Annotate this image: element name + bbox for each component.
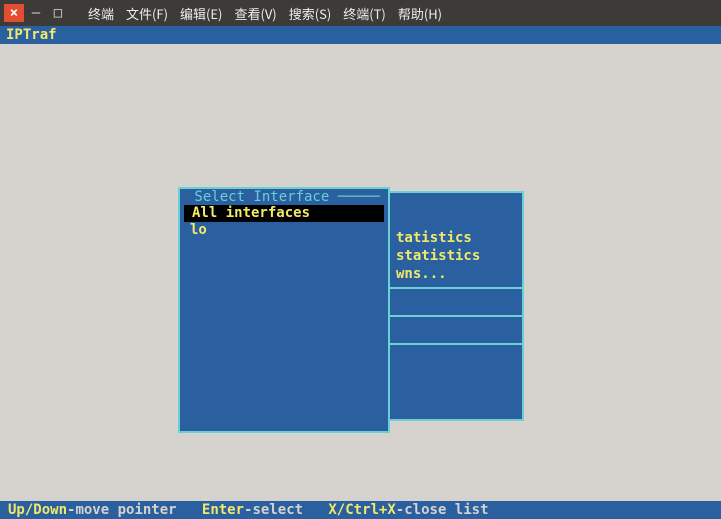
interface-item-all[interactable]: All interfaces — [184, 205, 384, 222]
minimize-icon[interactable]: — — [26, 4, 46, 22]
menu-separator — [390, 315, 522, 317]
maximize-icon[interactable]: □ — [48, 4, 68, 22]
menu-line-empty — [396, 321, 516, 339]
key-desc: -move pointer — [67, 502, 177, 518]
terminal-body: tatistics statistics wns... Select Inter… — [0, 44, 721, 501]
minimize-glyph: — — [32, 5, 40, 21]
dialog-title: Select Interface ───── — [180, 189, 388, 205]
menubar: 终端 文件(F) 编辑(E) 查看(V) 搜索(S) 终端(T) 帮助(H) — [86, 2, 444, 25]
close-icon[interactable]: × — [4, 4, 24, 22]
maximize-glyph: □ — [54, 5, 62, 21]
key-hint: X/Ctrl+X — [328, 502, 395, 518]
menu-help[interactable]: 帮助(H) — [396, 2, 444, 25]
key-hint: Enter — [202, 502, 244, 518]
menu-file[interactable]: 文件(F) — [124, 2, 170, 25]
menu-separator — [390, 343, 522, 345]
key-desc: -select — [244, 502, 303, 518]
interface-item-lo[interactable]: lo — [182, 222, 386, 239]
menu-search[interactable]: 搜索(S) — [287, 2, 334, 25]
close-glyph: × — [10, 5, 18, 21]
main-menu-partial: tatistics statistics wns... — [388, 191, 524, 421]
menu-terminal[interactable]: 终端(T) — [341, 2, 388, 25]
key-desc: -close list — [396, 502, 489, 518]
menu-view[interactable]: 查看(V) — [232, 2, 278, 25]
interface-list[interactable]: All interfaces lo — [180, 205, 388, 239]
menu-line[interactable]: tatistics — [396, 229, 516, 247]
menu-line-empty — [396, 293, 516, 311]
menu-separator — [390, 287, 522, 289]
menu-edit[interactable]: 编辑(E) — [178, 2, 224, 25]
terminal-surface: IPTraf tatistics statistics wns... Selec… — [0, 26, 721, 519]
window-titlebar: × — □ 终端 文件(F) 编辑(E) 查看(V) 搜索(S) 终端(T) 帮… — [0, 0, 721, 26]
menu-line[interactable]: statistics — [396, 247, 516, 265]
menu-line[interactable]: wns... — [396, 265, 516, 283]
app-title: IPTraf — [0, 26, 721, 44]
menu-terminal-app[interactable]: 终端 — [86, 2, 116, 25]
status-bar: Up/Down-move pointer Enter-select X/Ctrl… — [0, 501, 721, 519]
key-hint: Up/Down — [8, 502, 67, 518]
select-interface-dialog: Select Interface ───── All interfaces lo — [178, 187, 390, 433]
